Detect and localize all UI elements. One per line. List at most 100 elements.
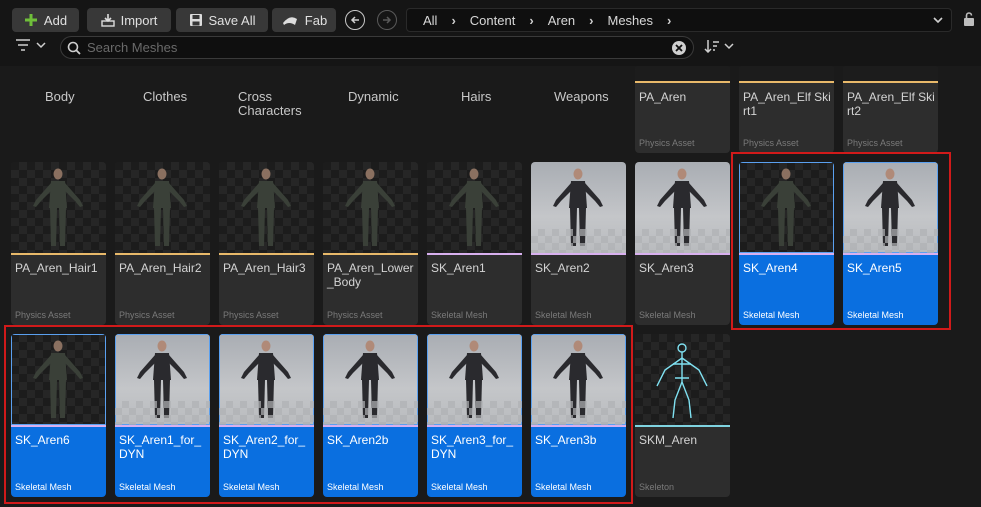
asset-type-label: Skeleton: [639, 482, 675, 492]
asset-name: PA_Aren_Hair3: [223, 261, 306, 275]
asset-tile[interactable]: PA_Aren_Lower_Body Physics Asset: [323, 162, 418, 325]
asset-type-label: Skeletal Mesh: [743, 310, 800, 320]
asset-tile[interactable]: SKM_Aren Skeleton: [635, 334, 730, 497]
asset-name: SK_Aren1: [431, 261, 486, 275]
import-icon: [100, 13, 115, 27]
asset-tile[interactable]: SK_Aren1 Skeletal Mesh: [427, 162, 522, 325]
asset-type-color-bar: [843, 253, 938, 255]
add-button[interactable]: Add: [12, 8, 79, 32]
fab-label: Fab: [304, 12, 328, 28]
asset-tile[interactable]: PA_Aren_Hair1 Physics Asset: [11, 162, 106, 325]
save-icon: [189, 13, 203, 27]
clear-search-button[interactable]: [671, 40, 687, 59]
asset-name: PA_Aren_Elf Skirt1: [743, 90, 831, 118]
save-all-button[interactable]: Save All: [176, 8, 268, 32]
chevron-down-icon[interactable]: [931, 13, 945, 30]
asset-tile[interactable]: SK_Aren2 Skeletal Mesh: [531, 162, 626, 325]
asset-name: SK_Aren3b: [535, 433, 597, 447]
asset-type-color-bar: [115, 253, 210, 255]
chevron-right-icon[interactable]: ›: [667, 13, 671, 28]
asset-tile[interactable]: SK_Aren2b Skeletal Mesh: [323, 334, 418, 497]
chevron-right-icon[interactable]: ›: [529, 13, 533, 28]
lock-icon[interactable]: [962, 11, 976, 30]
asset-tile[interactable]: PA_Aren_Hair3 Physics Asset: [219, 162, 314, 325]
asset-type-label: Physics Asset: [223, 310, 279, 320]
breadcrumb-meshes[interactable]: Meshes: [608, 13, 654, 28]
filter-icon: [16, 39, 30, 51]
asset-type-label: Skeletal Mesh: [535, 482, 592, 492]
back-button[interactable]: [345, 10, 365, 30]
asset-tile[interactable]: PA_Aren_Elf Skirt2 Physics Asset: [843, 66, 938, 153]
asset-tile[interactable]: SK_Aren1_for_DYN Skeletal Mesh: [115, 334, 210, 497]
asset-type-color-bar: [323, 425, 418, 427]
asset-thumbnail: [427, 162, 522, 253]
asset-name: SK_Aren6: [15, 433, 70, 447]
forward-button[interactable]: [377, 10, 397, 30]
asset-type-color-bar: [531, 253, 626, 255]
asset-type-color-bar: [427, 253, 522, 255]
filter-button[interactable]: [14, 38, 46, 52]
asset-type-color-bar: [843, 81, 938, 83]
search-icon: [67, 41, 81, 55]
fab-button[interactable]: Fab: [272, 8, 336, 32]
arrow-right-icon: [383, 16, 392, 24]
asset-tile[interactable]: PA_Aren_Elf Skirt1 Physics Asset: [739, 66, 834, 153]
asset-name: SK_Aren3_for_DYN: [431, 433, 514, 461]
asset-tile[interactable]: SK_Aren5 Skeletal Mesh: [843, 162, 938, 325]
asset-name: SKM_Aren: [639, 433, 698, 447]
asset-type-label: Skeletal Mesh: [431, 310, 488, 320]
asset-type-color-bar: [635, 81, 730, 83]
breadcrumb-aren[interactable]: Aren: [548, 13, 575, 28]
asset-type-color-bar: [115, 425, 210, 427]
asset-thumbnail: [739, 162, 834, 253]
asset-name: PA_Aren_Lower_Body: [327, 261, 414, 289]
asset-tile[interactable]: PA_Aren Physics Asset: [635, 66, 730, 153]
content-browser-toolbar: Add Import Save All Fab All › Content › …: [0, 0, 981, 66]
asset-tile[interactable]: SK_Aren6 Skeletal Mesh: [11, 334, 106, 497]
breadcrumb: All › Content › Aren › Meshes ›: [406, 8, 952, 32]
asset-thumbnail: [219, 334, 314, 425]
asset-type-label: Skeletal Mesh: [15, 482, 72, 492]
asset-type-label: Physics Asset: [639, 138, 695, 148]
asset-type-label: Physics Asset: [847, 138, 903, 148]
asset-thumbnail: [635, 162, 730, 253]
asset-type-label: Physics Asset: [15, 310, 71, 320]
asset-type-color-bar: [219, 253, 314, 255]
asset-thumbnail: [531, 162, 626, 253]
folder-hairs[interactable]: Hairs: [461, 90, 557, 104]
asset-tile[interactable]: SK_Aren4 Skeletal Mesh: [739, 162, 834, 325]
asset-tile[interactable]: SK_Aren3b Skeletal Mesh: [531, 334, 626, 497]
breadcrumb-content[interactable]: Content: [470, 13, 516, 28]
asset-thumbnail: [843, 162, 938, 253]
asset-tile[interactable]: PA_Aren_Hair2 Physics Asset: [115, 162, 210, 325]
asset-name: SK_Aren2b: [327, 433, 389, 447]
asset-name: SK_Aren4: [743, 261, 798, 275]
search-input[interactable]: [87, 40, 667, 55]
folder-body[interactable]: Body: [45, 90, 141, 104]
asset-thumbnail: [323, 162, 418, 253]
save-all-label: Save All: [208, 12, 256, 28]
chevron-right-icon[interactable]: ›: [451, 13, 455, 28]
import-label: Import: [120, 12, 158, 28]
folder-dynamic[interactable]: Dynamic: [348, 90, 444, 104]
sort-button[interactable]: [704, 39, 734, 53]
search-bar: [60, 36, 694, 59]
import-button[interactable]: Import: [87, 8, 171, 32]
asset-name: PA_Aren_Hair1: [15, 261, 98, 275]
asset-tile[interactable]: SK_Aren2_for_DYN Skeletal Mesh: [219, 334, 314, 497]
asset-tile[interactable]: SK_Aren3 Skeletal Mesh: [635, 162, 730, 325]
asset-type-label: Skeletal Mesh: [327, 482, 384, 492]
chevron-right-icon[interactable]: ›: [589, 13, 593, 28]
asset-type-color-bar: [739, 81, 834, 83]
folder-clothes[interactable]: Clothes: [143, 90, 239, 104]
asset-name: SK_Aren1_for_DYN: [119, 433, 202, 461]
sort-icon: [704, 40, 719, 53]
asset-type-label: Skeletal Mesh: [535, 310, 592, 320]
breadcrumb-all[interactable]: All: [423, 13, 437, 28]
asset-name: PA_Aren_Hair2: [119, 261, 202, 275]
asset-tile[interactable]: SK_Aren3_for_DYN Skeletal Mesh: [427, 334, 522, 497]
folder-cross-characters[interactable]: Cross Characters: [238, 90, 308, 118]
asset-name: SK_Aren2: [535, 261, 590, 275]
asset-type-color-bar: [427, 425, 522, 427]
fab-icon: [281, 13, 299, 27]
